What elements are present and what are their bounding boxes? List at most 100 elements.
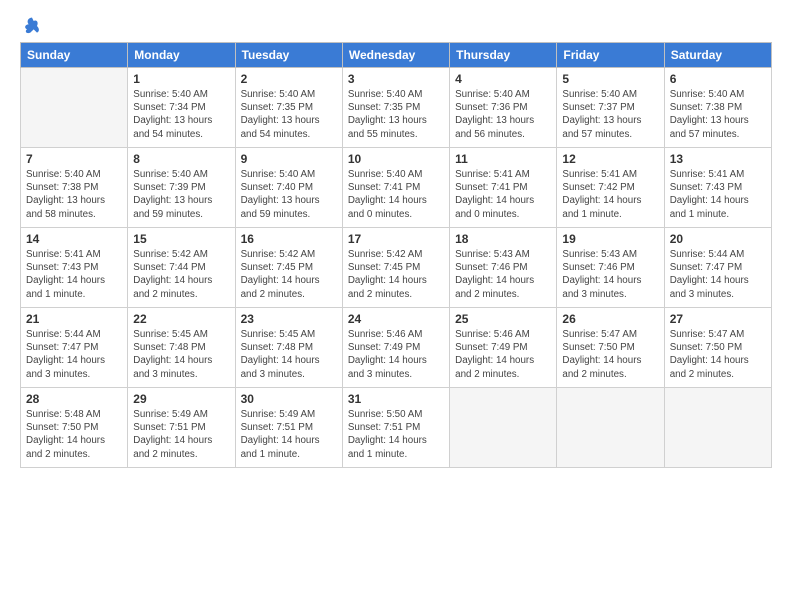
calendar-day-cell: 13Sunrise: 5:41 AMSunset: 7:43 PMDayligh… xyxy=(664,148,771,228)
day-info: Sunrise: 5:49 AMSunset: 7:51 PMDaylight:… xyxy=(241,408,337,461)
day-info: Sunrise: 5:45 AMSunset: 7:48 PMDaylight:… xyxy=(241,328,337,381)
day-info: Sunrise: 5:40 AMSunset: 7:37 PMDaylight:… xyxy=(562,88,658,141)
day-info: Sunrise: 5:44 AMSunset: 7:47 PMDaylight:… xyxy=(670,248,766,301)
day-info: Sunrise: 5:40 AMSunset: 7:39 PMDaylight:… xyxy=(133,168,229,221)
calendar-day-cell: 18 Sunrise: 5:43 AMSunset: 7:46 PMDayligh… xyxy=(450,228,557,308)
calendar-header-tuesday: Tuesday xyxy=(235,43,342,68)
calendar-day-cell: 22 Sunrise: 5:45 AMSunset: 7:48 PMDayligh… xyxy=(128,308,235,388)
calendar-week-row: 14 Sunrise: 5:41 AMSunset: 7:43 PMDayligh… xyxy=(21,228,772,308)
day-number: 2 xyxy=(241,72,337,86)
calendar-header-monday: Monday xyxy=(128,43,235,68)
calendar-day-cell: 27 Sunrise: 5:47 AMSunset: 7:50 PMDayligh… xyxy=(664,308,771,388)
day-number: 24 xyxy=(348,312,444,326)
day-info: Sunrise: 5:47 AMSunset: 7:50 PMDaylight:… xyxy=(562,328,658,381)
calendar-header-row: SundayMondayTuesdayWednesdayThursdayFrid… xyxy=(21,43,772,68)
logo xyxy=(20,16,44,36)
day-number: 31 xyxy=(348,392,444,406)
calendar-day-cell: 26Sunrise: 5:47 AMSunset: 7:50 PMDayligh… xyxy=(557,308,664,388)
day-number: 8 xyxy=(133,152,229,166)
day-number: 27 xyxy=(670,312,766,326)
day-info: Sunrise: 5:43 AMSunset: 7:46 PMDaylight:… xyxy=(455,248,551,301)
day-info: Sunrise: 5:44 AMSunset: 7:47 PMDaylight:… xyxy=(26,328,122,381)
day-number: 17 xyxy=(348,232,444,246)
day-info: Sunrise: 5:40 AMSunset: 7:41 PMDaylight:… xyxy=(348,168,444,221)
day-info: Sunrise: 5:48 AMSunset: 7:50 PMDaylight:… xyxy=(26,408,122,461)
calendar-header-saturday: Saturday xyxy=(664,43,771,68)
calendar-day-cell: 19 Sunrise: 5:43 AMSunset: 7:46 PMDayligh… xyxy=(557,228,664,308)
day-number: 12 xyxy=(562,152,658,166)
day-info: Sunrise: 5:42 AMSunset: 7:45 PMDaylight:… xyxy=(348,248,444,301)
calendar-day-cell: 1Sunrise: 5:40 AMSunset: 7:34 PMDaylight… xyxy=(128,68,235,148)
day-number: 25 xyxy=(455,312,551,326)
day-info: Sunrise: 5:46 AMSunset: 7:49 PMDaylight:… xyxy=(348,328,444,381)
calendar-day-cell xyxy=(21,68,128,148)
calendar-day-cell: 14 Sunrise: 5:41 AMSunset: 7:43 PMDayligh… xyxy=(21,228,128,308)
calendar-header-wednesday: Wednesday xyxy=(342,43,449,68)
day-number: 30 xyxy=(241,392,337,406)
day-info: Sunrise: 5:45 AMSunset: 7:48 PMDaylight:… xyxy=(133,328,229,381)
day-number: 15 xyxy=(133,232,229,246)
calendar-day-cell: 20 Sunrise: 5:44 AMSunset: 7:47 PMDayligh… xyxy=(664,228,771,308)
day-number: 29 xyxy=(133,392,229,406)
calendar-day-cell: 2 Sunrise: 5:40 AMSunset: 7:35 PMDaylight… xyxy=(235,68,342,148)
day-info: Sunrise: 5:40 AMSunset: 7:34 PMDaylight:… xyxy=(133,88,229,141)
calendar-day-cell: 30 Sunrise: 5:49 AMSunset: 7:51 PMDayligh… xyxy=(235,388,342,468)
day-info: Sunrise: 5:46 AMSunset: 7:49 PMDaylight:… xyxy=(455,328,551,381)
calendar-day-cell: 25 Sunrise: 5:46 AMSunset: 7:49 PMDayligh… xyxy=(450,308,557,388)
day-info: Sunrise: 5:40 AMSunset: 7:40 PMDaylight:… xyxy=(241,168,337,221)
day-number: 23 xyxy=(241,312,337,326)
day-number: 5 xyxy=(562,72,658,86)
day-info: Sunrise: 5:40 AMSunset: 7:38 PMDaylight:… xyxy=(670,88,766,141)
day-info: Sunrise: 5:41 AMSunset: 7:41 PMDaylight:… xyxy=(455,168,551,221)
calendar-day-cell: 11 Sunrise: 5:41 AMSunset: 7:41 PMDayligh… xyxy=(450,148,557,228)
calendar-day-cell: 21 Sunrise: 5:44 AMSunset: 7:47 PMDayligh… xyxy=(21,308,128,388)
calendar-week-row: 28 Sunrise: 5:48 AMSunset: 7:50 PMDayligh… xyxy=(21,388,772,468)
calendar-day-cell: 15 Sunrise: 5:42 AMSunset: 7:44 PMDayligh… xyxy=(128,228,235,308)
day-info: Sunrise: 5:47 AMSunset: 7:50 PMDaylight:… xyxy=(670,328,766,381)
day-number: 19 xyxy=(562,232,658,246)
calendar-week-row: 7 Sunrise: 5:40 AMSunset: 7:38 PMDaylight… xyxy=(21,148,772,228)
calendar-day-cell: 29 Sunrise: 5:49 AMSunset: 7:51 PMDayligh… xyxy=(128,388,235,468)
day-info: Sunrise: 5:42 AMSunset: 7:44 PMDaylight:… xyxy=(133,248,229,301)
day-info: Sunrise: 5:40 AMSunset: 7:35 PMDaylight:… xyxy=(241,88,337,141)
day-info: Sunrise: 5:49 AMSunset: 7:51 PMDaylight:… xyxy=(133,408,229,461)
calendar-day-cell: 8 Sunrise: 5:40 AMSunset: 7:39 PMDaylight… xyxy=(128,148,235,228)
calendar-week-row: 21 Sunrise: 5:44 AMSunset: 7:47 PMDayligh… xyxy=(21,308,772,388)
calendar-day-cell: 7 Sunrise: 5:40 AMSunset: 7:38 PMDaylight… xyxy=(21,148,128,228)
day-info: Sunrise: 5:40 AMSunset: 7:36 PMDaylight:… xyxy=(455,88,551,141)
page-header xyxy=(20,16,772,36)
day-number: 7 xyxy=(26,152,122,166)
day-number: 18 xyxy=(455,232,551,246)
day-number: 11 xyxy=(455,152,551,166)
day-info: Sunrise: 5:40 AMSunset: 7:38 PMDaylight:… xyxy=(26,168,122,221)
logo-bird-icon xyxy=(22,16,42,36)
calendar-day-cell xyxy=(557,388,664,468)
calendar-day-cell: 31 Sunrise: 5:50 AMSunset: 7:51 PMDayligh… xyxy=(342,388,449,468)
day-info: Sunrise: 5:41 AMSunset: 7:42 PMDaylight:… xyxy=(562,168,658,221)
day-info: Sunrise: 5:41 AMSunset: 7:43 PMDaylight:… xyxy=(26,248,122,301)
day-info: Sunrise: 5:40 AMSunset: 7:35 PMDaylight:… xyxy=(348,88,444,141)
calendar-day-cell: 6 Sunrise: 5:40 AMSunset: 7:38 PMDaylight… xyxy=(664,68,771,148)
day-number: 3 xyxy=(348,72,444,86)
day-info: Sunrise: 5:42 AMSunset: 7:45 PMDaylight:… xyxy=(241,248,337,301)
calendar-header-friday: Friday xyxy=(557,43,664,68)
calendar-week-row: 1Sunrise: 5:40 AMSunset: 7:34 PMDaylight… xyxy=(21,68,772,148)
day-number: 21 xyxy=(26,312,122,326)
calendar-day-cell: 10 Sunrise: 5:40 AMSunset: 7:41 PMDayligh… xyxy=(342,148,449,228)
day-info: Sunrise: 5:43 AMSunset: 7:46 PMDaylight:… xyxy=(562,248,658,301)
calendar-day-cell: 5 Sunrise: 5:40 AMSunset: 7:37 PMDaylight… xyxy=(557,68,664,148)
day-number: 16 xyxy=(241,232,337,246)
calendar-header-thursday: Thursday xyxy=(450,43,557,68)
day-number: 28 xyxy=(26,392,122,406)
calendar-day-cell: 12 Sunrise: 5:41 AMSunset: 7:42 PMDayligh… xyxy=(557,148,664,228)
day-number: 10 xyxy=(348,152,444,166)
day-number: 22 xyxy=(133,312,229,326)
day-number: 20 xyxy=(670,232,766,246)
calendar-day-cell: 17 Sunrise: 5:42 AMSunset: 7:45 PMDayligh… xyxy=(342,228,449,308)
calendar-day-cell: 3 Sunrise: 5:40 AMSunset: 7:35 PMDaylight… xyxy=(342,68,449,148)
day-number: 6 xyxy=(670,72,766,86)
calendar-day-cell: 4Sunrise: 5:40 AMSunset: 7:36 PMDaylight… xyxy=(450,68,557,148)
day-info: Sunrise: 5:50 AMSunset: 7:51 PMDaylight:… xyxy=(348,408,444,461)
calendar-day-cell: 16 Sunrise: 5:42 AMSunset: 7:45 PMDayligh… xyxy=(235,228,342,308)
day-number: 14 xyxy=(26,232,122,246)
